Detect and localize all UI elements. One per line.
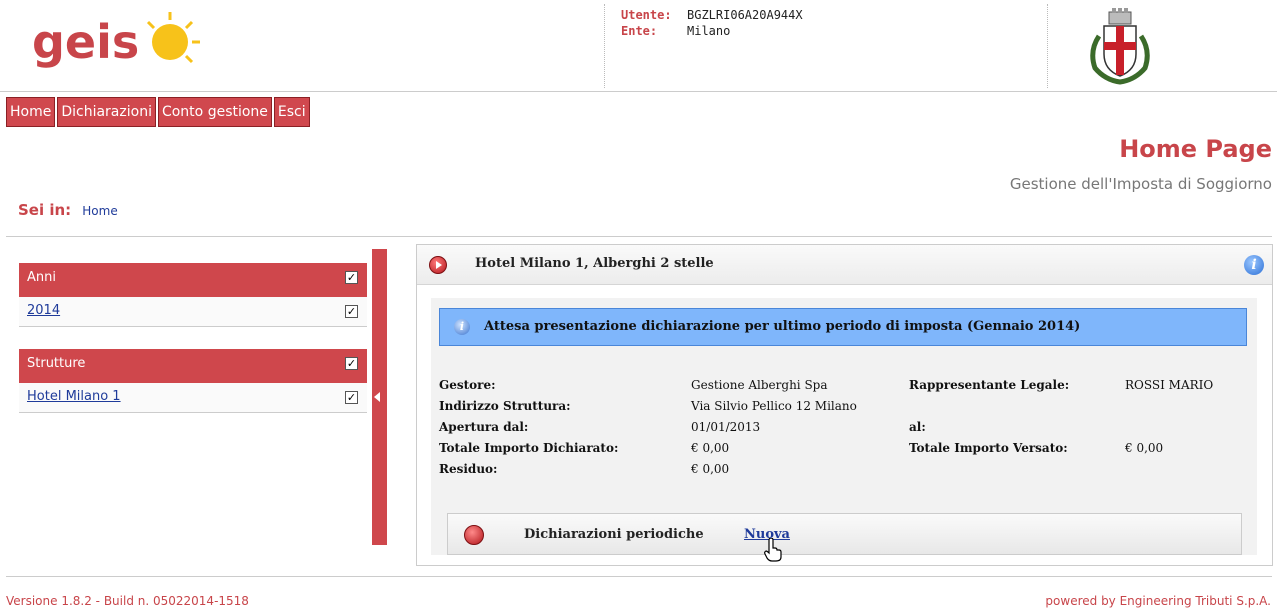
panel-body: i Attesa presentazione dichiarazione per…	[431, 298, 1257, 562]
rappresentante-value-cell: ROSSI MARIO	[1125, 378, 1213, 398]
gestore-label: Gestore:	[439, 378, 496, 392]
strutture-select-all-checkbox[interactable]: ✓	[345, 357, 358, 370]
al-label: al:	[909, 420, 926, 434]
totale-dichiarato-label-cell: Totale Importo Dichiarato:	[439, 441, 618, 461]
menu-item-home[interactable]: Home	[6, 97, 56, 127]
breadcrumb-home-link[interactable]: Home	[82, 204, 117, 218]
totale-versato-value-cell: € 0,00	[1125, 441, 1163, 461]
sun-icon	[146, 12, 200, 64]
breadcrumb: Sei in: Home	[18, 200, 118, 219]
totale-dichiarato-value: € 0,00	[691, 441, 730, 455]
apertura-value: 01/01/2013	[691, 420, 761, 434]
residuo-label-cell: Residuo:	[439, 462, 497, 482]
main-menu: Home Dichiarazioni Conto gestione Esci	[6, 97, 312, 127]
section-divider	[6, 236, 1272, 237]
menu-item-dichiarazioni[interactable]: Dichiarazioni	[57, 97, 156, 127]
residuo-value-cell: € 0,00	[691, 462, 729, 482]
anni-select-all-checkbox[interactable]: ✓	[345, 271, 358, 284]
apertura-value-cell: 01/01/2013	[691, 420, 760, 440]
user-row: Utente: BGZLRI06A20A944X	[621, 8, 803, 22]
powered-by-text: powered by Engineering Tributi S.p.A.	[1045, 594, 1271, 608]
page-subtitle: Gestione dell'Imposta di Soggiorno	[1009, 175, 1272, 193]
rappresentante-value: ROSSI MARIO	[1125, 378, 1214, 392]
filter-panel: Anni ✓ 2014 ✓ Strutture ✓ Hotel Milano 1…	[19, 263, 367, 413]
hand-cursor-icon	[764, 538, 782, 562]
periodic-toggle-icon[interactable]	[464, 525, 484, 545]
alert-info-icon: i	[454, 319, 470, 335]
collapse-arrow-icon	[374, 392, 380, 402]
menu-item-esci[interactable]: Esci	[273, 97, 310, 127]
status-alert: i Attesa presentazione dichiarazione per…	[439, 308, 1247, 346]
al-label-cell: al:	[909, 420, 926, 440]
ente-row: Ente: Milano	[621, 24, 730, 38]
hotel-milano-1-checkbox[interactable]: ✓	[345, 391, 358, 404]
residuo-label: Residuo:	[439, 462, 498, 476]
group-header-strutture: Strutture ✓	[19, 349, 367, 383]
footer-divider	[6, 576, 1272, 577]
totale-versato-value: € 0,00	[1125, 441, 1164, 455]
logo-text: geis	[32, 15, 139, 69]
totale-versato-label-cell: Totale Importo Versato:	[909, 441, 1068, 461]
milano-crest-icon	[1090, 8, 1150, 85]
breadcrumb-label: Sei in:	[18, 201, 72, 219]
periodic-declarations-panel: Dichiarazioni periodiche Nuova	[447, 513, 1242, 562]
alert-text: Attesa presentazione dichiarazione per u…	[484, 319, 1081, 334]
totale-versato-label: Totale Importo Versato:	[909, 441, 1068, 455]
header-divider	[0, 91, 1277, 92]
panel-header: Hotel Milano 1, Alberghi 2 stelle i	[417, 245, 1272, 285]
geis-logo: geis	[32, 12, 200, 69]
indirizzo-value-cell: Via Silvio Pellico 12 Milano	[691, 399, 857, 419]
year-2014-checkbox[interactable]: ✓	[345, 305, 358, 318]
expand-toggle-icon[interactable]	[429, 256, 447, 274]
indirizzo-value: Via Silvio Pellico 12 Milano	[691, 399, 857, 413]
gestore-label-cell: Gestore:	[439, 378, 496, 398]
list-item-year: 2014 ✓	[19, 297, 367, 327]
totale-dichiarato-label: Totale Importo Dichiarato:	[439, 441, 619, 455]
rappresentante-label-cell: Rappresentante Legale:	[909, 378, 1069, 398]
list-item-struttura: Hotel Milano 1 ✓	[19, 383, 367, 413]
apertura-label: Apertura dal:	[439, 420, 529, 434]
indirizzo-label-cell: Indirizzo Struttura:	[439, 399, 571, 419]
user-label: Utente:	[621, 8, 672, 22]
indirizzo-label: Indirizzo Struttura:	[439, 399, 571, 413]
rappresentante-label: Rappresentante Legale:	[909, 378, 1070, 392]
gestore-value: Gestione Alberghi Spa	[691, 378, 828, 392]
gestore-value-cell: Gestione Alberghi Spa	[691, 378, 828, 398]
group-header-label: Strutture	[27, 356, 86, 371]
year-2014-link[interactable]: 2014	[27, 303, 60, 318]
group-header-anni: Anni ✓	[19, 263, 367, 297]
ente-label: Ente:	[621, 24, 658, 38]
residuo-value: € 0,00	[691, 462, 730, 476]
ente-value: Milano	[687, 24, 731, 38]
group-header-label: Anni	[27, 270, 56, 285]
info-icon[interactable]: i	[1244, 255, 1264, 275]
user-value: BGZLRI06A20A944X	[687, 8, 803, 22]
periodic-title: Dichiarazioni periodiche	[524, 527, 704, 542]
menu-item-conto-gestione[interactable]: Conto gestione	[157, 97, 272, 127]
page-title: Home Page	[1119, 135, 1272, 163]
hotel-milano-1-link[interactable]: Hotel Milano 1	[27, 389, 121, 404]
totale-dichiarato-value-cell: € 0,00	[691, 441, 729, 461]
structure-title: Hotel Milano 1, Alberghi 2 stelle	[475, 256, 714, 271]
apertura-label-cell: Apertura dal:	[439, 420, 528, 440]
user-info: Utente: BGZLRI06A20A944X Ente: Milano	[604, 4, 1048, 88]
structure-detail-panel: Hotel Milano 1, Alberghi 2 stelle i i At…	[416, 244, 1273, 566]
version-text: Versione 1.8.2 - Build n. 05022014-1518	[6, 594, 249, 608]
